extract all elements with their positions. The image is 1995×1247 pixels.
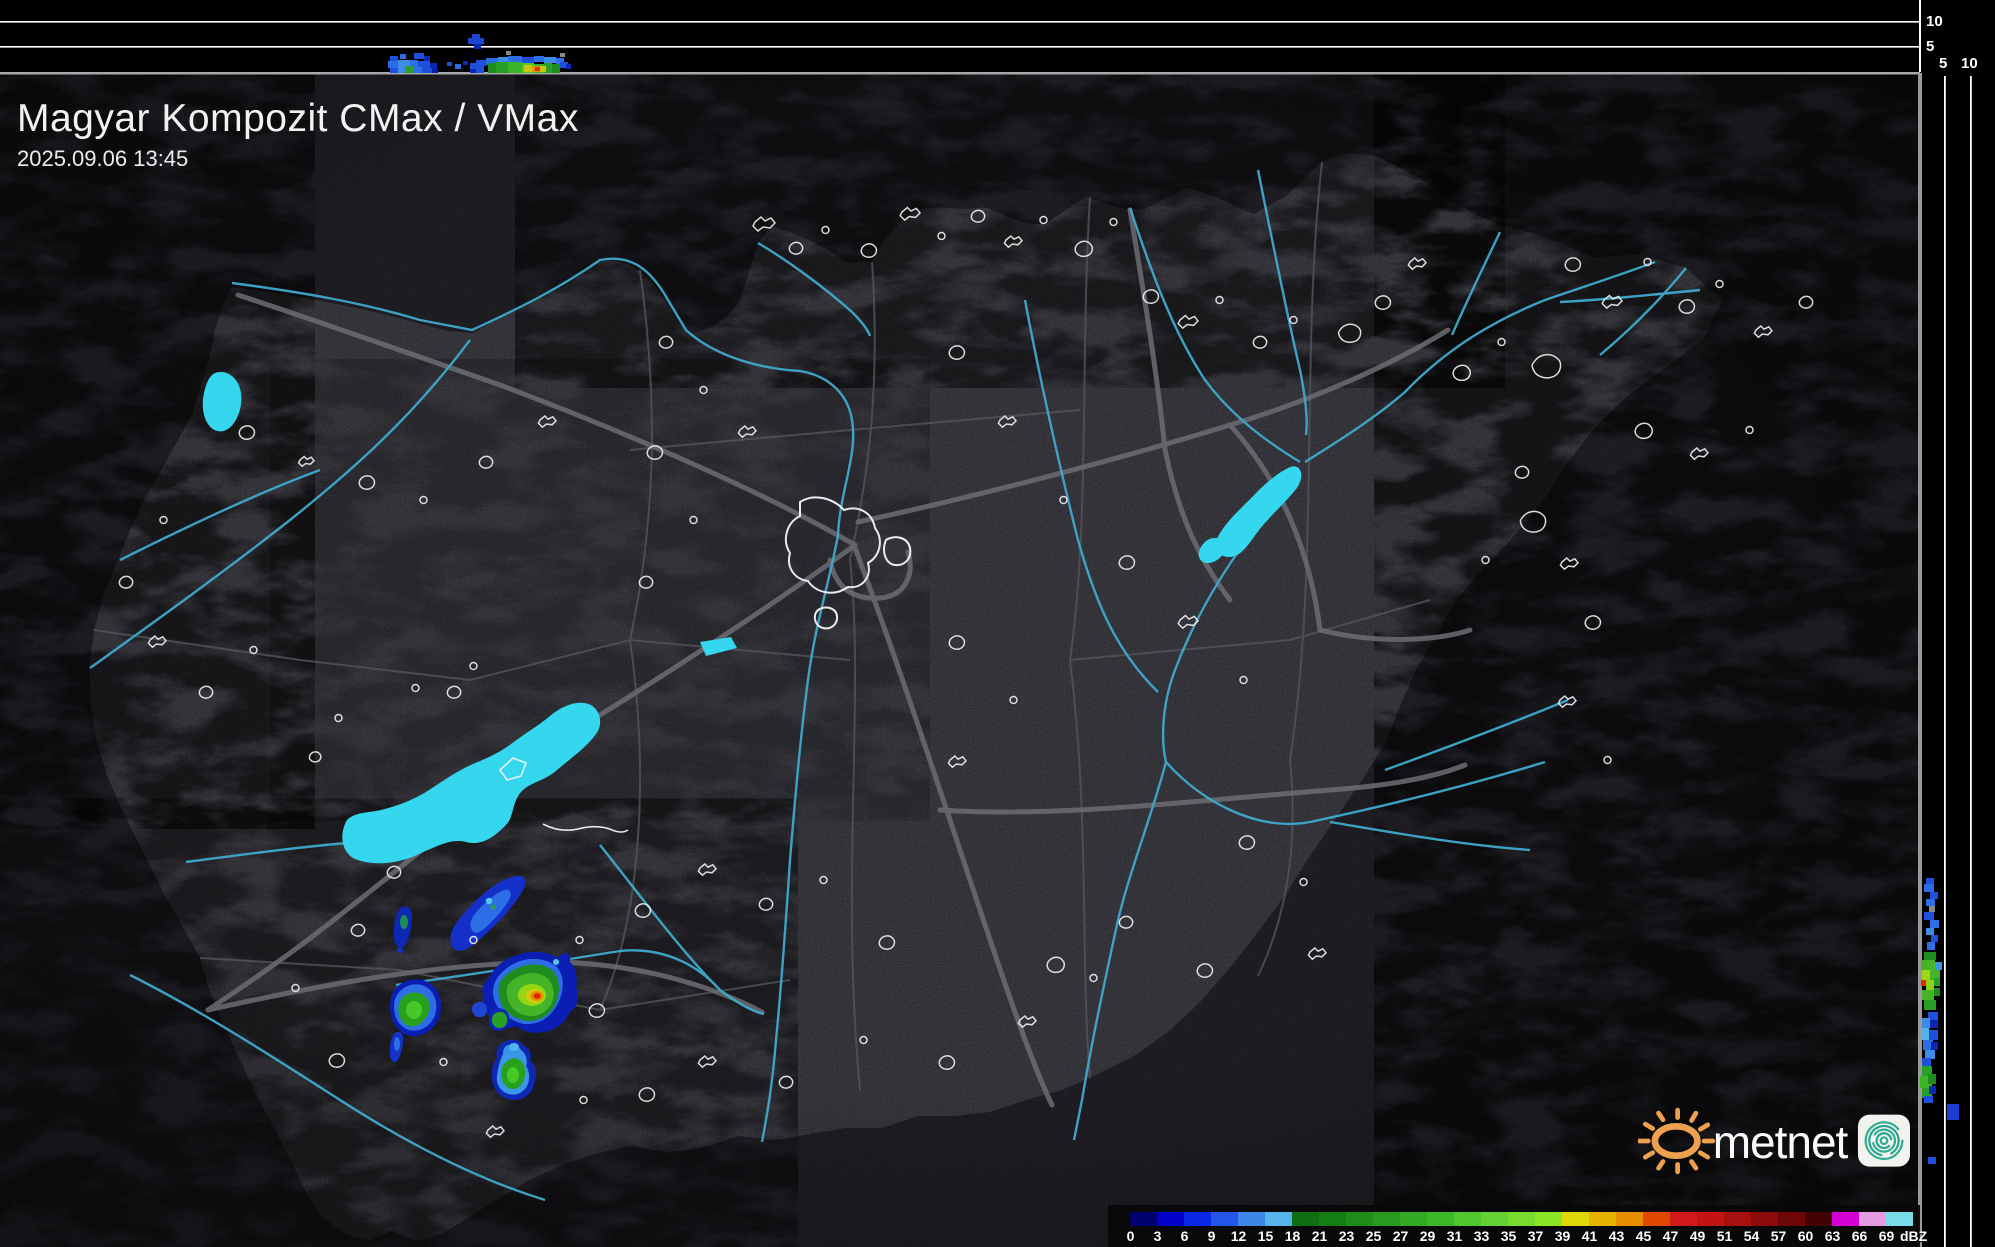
legend-label: 0 bbox=[1126, 1228, 1135, 1244]
legend-label: 27 bbox=[1392, 1228, 1409, 1244]
legend-label: 63 bbox=[1824, 1228, 1841, 1244]
legend-swatch bbox=[1346, 1212, 1373, 1226]
legend-label: 23 bbox=[1338, 1228, 1355, 1244]
legend-swatch bbox=[1454, 1212, 1481, 1226]
legend-label: 15 bbox=[1257, 1228, 1274, 1244]
legend-label: 9 bbox=[1207, 1228, 1216, 1244]
legend-label: 54 bbox=[1743, 1228, 1760, 1244]
legend-swatch bbox=[1697, 1212, 1724, 1226]
legend-label: dBZ bbox=[1900, 1228, 1928, 1244]
legend-swatch bbox=[1589, 1212, 1616, 1226]
right-profile-tick-10: 10 bbox=[1961, 55, 1978, 72]
top-profile-tick-10: 10 bbox=[1926, 13, 1943, 30]
legend-label: 3 bbox=[1153, 1228, 1162, 1244]
dbz-legend: 0 3 6 9 12 15 18 21 23 25 27 29 31 33 35 37 39 41 43 45 47 49… bbox=[1108, 1205, 1927, 1247]
legend-label: 41 bbox=[1581, 1228, 1598, 1244]
legend-swatch bbox=[1670, 1212, 1697, 1226]
legend-label: 45 bbox=[1635, 1228, 1652, 1244]
map-top-edge bbox=[0, 72, 1920, 75]
legend-swatch bbox=[1481, 1212, 1508, 1226]
terrain-relief bbox=[0, 73, 1920, 1247]
legend-label: 66 bbox=[1851, 1228, 1868, 1244]
page-title: Magyar Kompozit CMax / VMax bbox=[17, 97, 579, 140]
radar-product: Magyar Kompozit CMax / VMax 2025.09.06 1… bbox=[0, 0, 1995, 1247]
legend-label: 31 bbox=[1446, 1228, 1463, 1244]
legend-swatch bbox=[1400, 1212, 1427, 1226]
radar-map-canvas bbox=[0, 0, 1995, 1247]
legend-label: 29 bbox=[1419, 1228, 1436, 1244]
metnet-wordmark: metnet bbox=[1712, 1116, 1849, 1168]
legend-swatch bbox=[1832, 1212, 1859, 1226]
legend-swatch bbox=[1535, 1212, 1562, 1226]
legend-label: 35 bbox=[1500, 1228, 1517, 1244]
sun-icon bbox=[1638, 1107, 1716, 1175]
map-timestamp: 2025.09.06 13:45 bbox=[17, 146, 189, 171]
legend-swatch bbox=[1751, 1212, 1778, 1226]
legend-swatch bbox=[1130, 1212, 1157, 1226]
map-area bbox=[0, 73, 1920, 1247]
legend-label: 39 bbox=[1554, 1228, 1571, 1244]
legend-label: 57 bbox=[1770, 1228, 1787, 1244]
legend-label: 51 bbox=[1716, 1228, 1733, 1244]
legend-swatch bbox=[1724, 1212, 1751, 1226]
legend-label: 47 bbox=[1662, 1228, 1679, 1244]
right-profile-tick-5: 5 bbox=[1939, 55, 1948, 72]
legend-swatch bbox=[1211, 1212, 1238, 1226]
map-right-edge bbox=[1918, 73, 1922, 1247]
legend-swatch bbox=[1508, 1212, 1535, 1226]
top-profile-panel bbox=[0, 0, 1995, 73]
legend-labels: 0 3 6 9 12 15 18 21 23 25 27 29 31 33 35 37 39 41 43 45 47 49… bbox=[1117, 1228, 1928, 1245]
legend-label: 18 bbox=[1284, 1228, 1301, 1244]
legend-label: 12 bbox=[1230, 1228, 1247, 1244]
legend-swatch bbox=[1643, 1212, 1670, 1226]
right-profile-panel bbox=[1920, 73, 1995, 1247]
metnet-logo: metnet bbox=[1638, 1098, 1914, 1184]
legend-label: 21 bbox=[1311, 1228, 1328, 1244]
legend-swatch bbox=[1184, 1212, 1211, 1226]
legend-swatch bbox=[1292, 1212, 1319, 1226]
legend-label: 25 bbox=[1365, 1228, 1382, 1244]
legend-label: 6 bbox=[1180, 1228, 1189, 1244]
legend-swatch bbox=[1238, 1212, 1265, 1226]
metnet-app-icon bbox=[1858, 1114, 1911, 1167]
legend-label: 60 bbox=[1797, 1228, 1814, 1244]
legend-label: 49 bbox=[1689, 1228, 1706, 1244]
legend-swatch bbox=[1265, 1212, 1292, 1226]
legend-swatch bbox=[1859, 1212, 1886, 1226]
legend-swatch bbox=[1886, 1212, 1913, 1226]
legend-swatch bbox=[1157, 1212, 1184, 1226]
legend-label: 37 bbox=[1527, 1228, 1544, 1244]
legend-label: 43 bbox=[1608, 1228, 1625, 1244]
legend-swatch bbox=[1805, 1212, 1832, 1226]
legend-swatch bbox=[1427, 1212, 1454, 1226]
legend-swatch bbox=[1778, 1212, 1805, 1226]
top-profile-tick-5: 5 bbox=[1926, 38, 1935, 55]
legend-swatch bbox=[1319, 1212, 1346, 1226]
legend-label: 69 bbox=[1878, 1228, 1895, 1244]
legend-swatches bbox=[1130, 1212, 1913, 1226]
legend-label: 33 bbox=[1473, 1228, 1490, 1244]
legend-swatch bbox=[1616, 1212, 1643, 1226]
title-block: Magyar Kompozit CMax / VMax 2025.09.06 1… bbox=[17, 98, 579, 172]
legend-swatch bbox=[1373, 1212, 1400, 1226]
legend-swatch bbox=[1562, 1212, 1589, 1226]
